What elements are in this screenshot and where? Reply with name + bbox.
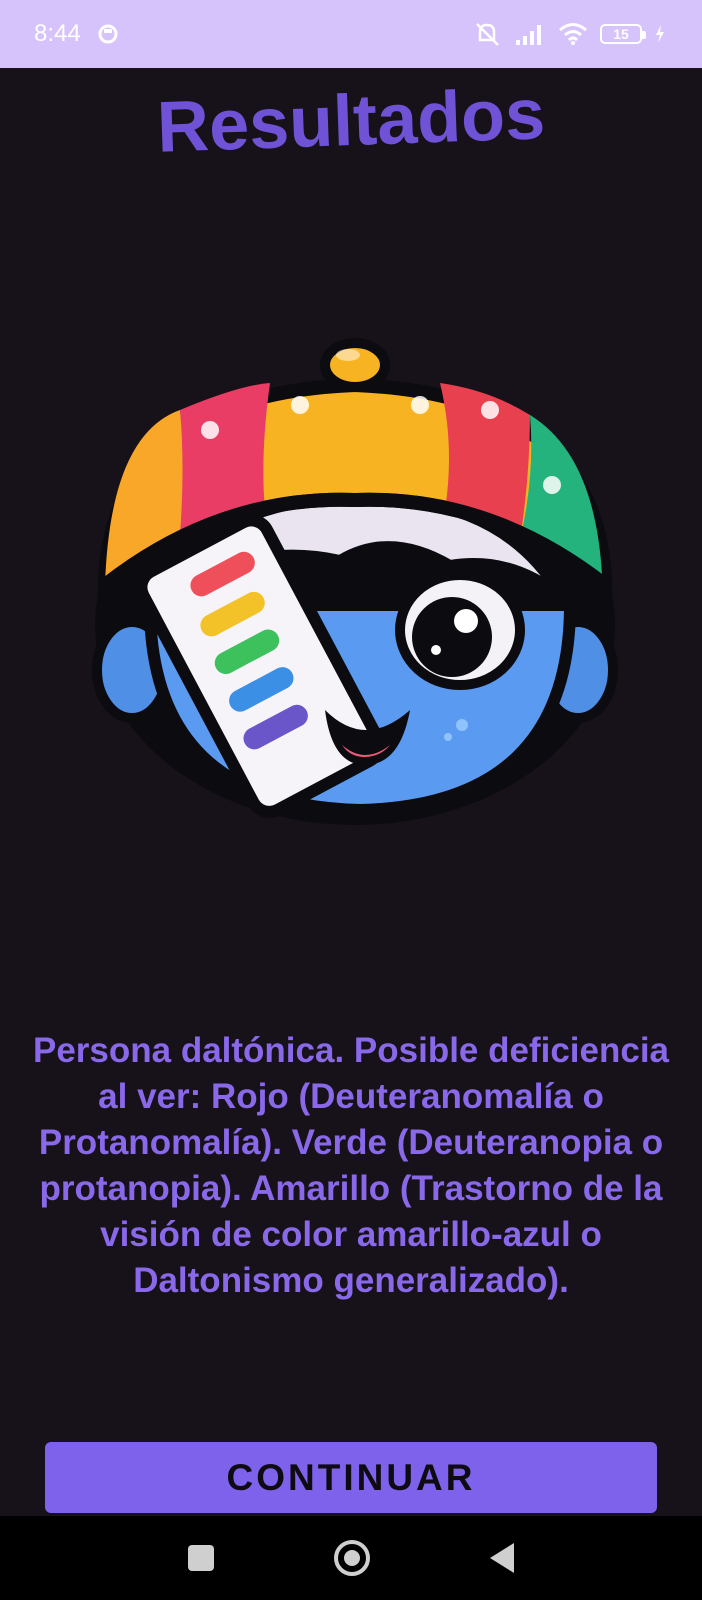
charging-icon — [656, 25, 664, 43]
mascot-illustration — [92, 338, 618, 825]
mute-icon — [476, 23, 499, 46]
status-right: 15 — [472, 20, 666, 48]
status-left: 8:44 — [34, 20, 119, 48]
recent-apps-icon[interactable] — [188, 1545, 214, 1571]
wifi-icon — [559, 23, 587, 45]
battery-level: 15 — [613, 26, 629, 42]
continue-button[interactable]: CONTINUAR — [45, 1442, 657, 1513]
notification-circle-icon — [98, 24, 118, 44]
result-description: Persona daltónica. Posible deficiencia a… — [32, 1031, 670, 1300]
status-time: 8:44 — [34, 20, 81, 47]
system-nav-bar — [0, 1516, 702, 1600]
battery-icon: 15 — [600, 24, 646, 44]
home-icon[interactable] — [334, 1540, 370, 1576]
status-bar: 8:44 15 — [0, 0, 702, 68]
back-icon[interactable] — [490, 1543, 514, 1573]
page-title: Resultados — [155, 74, 547, 168]
signal-icon — [516, 25, 541, 45]
